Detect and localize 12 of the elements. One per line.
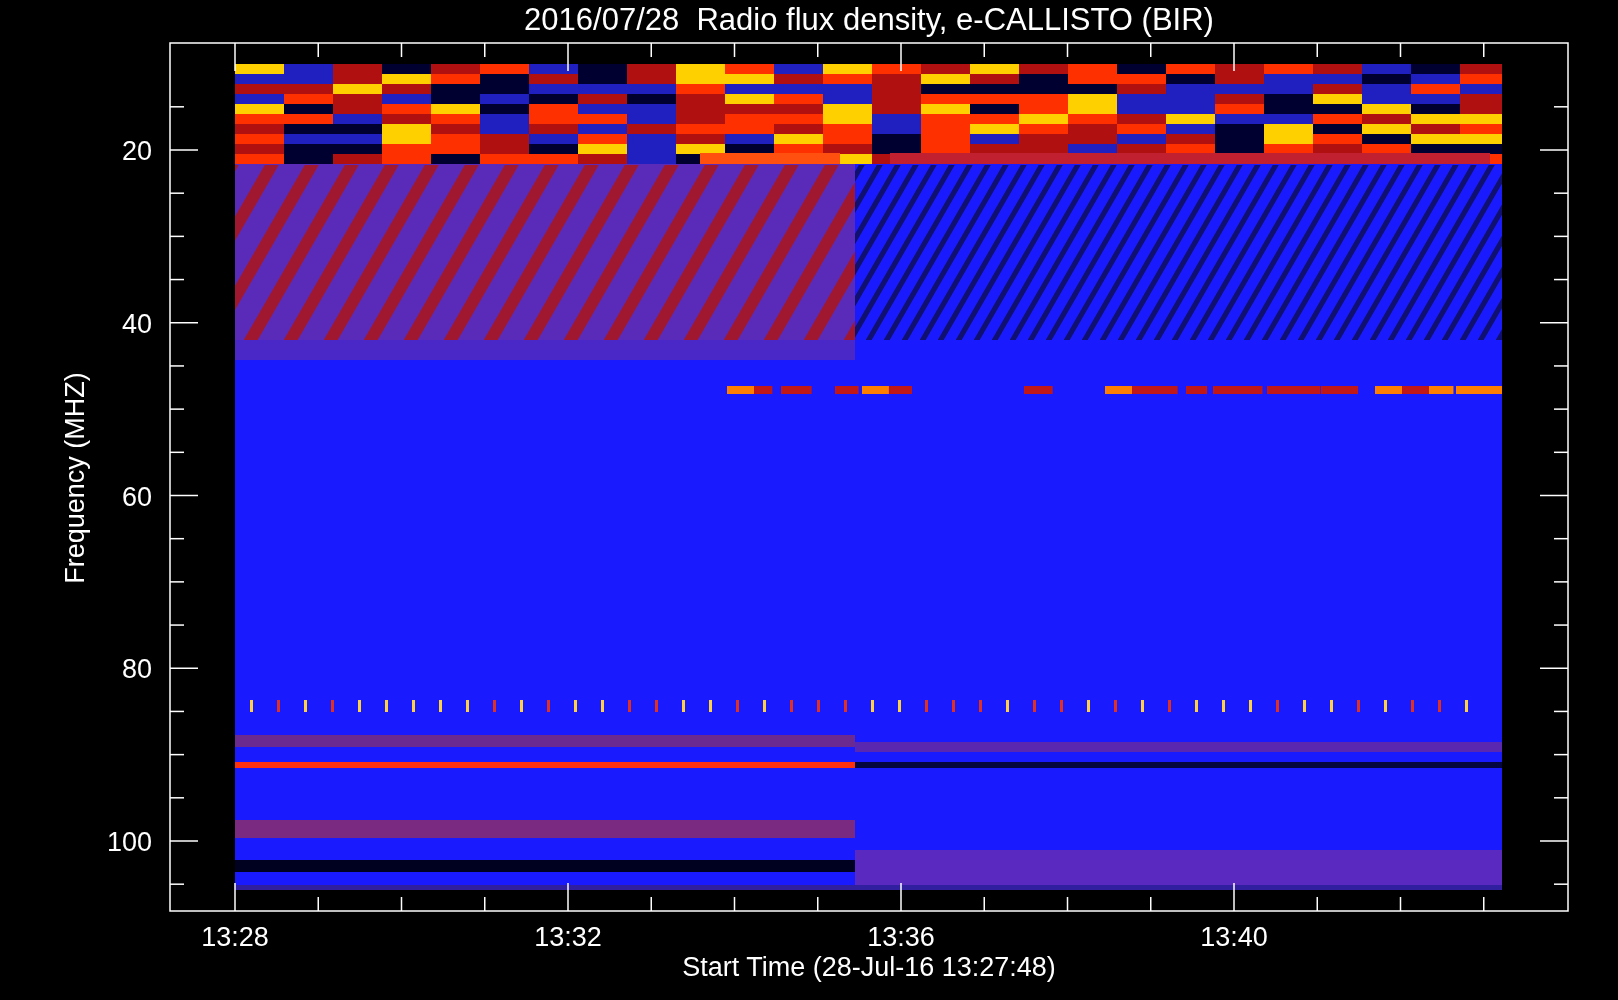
x-tick-label: 13:36 (867, 922, 935, 952)
x-axis-label: Start Time (28-Jul-16 13:27:48) (682, 952, 1056, 982)
y-tick-label: 60 (121, 481, 152, 512)
x-tick-label: 13:28 (201, 922, 269, 952)
x-tick-label: 13:32 (534, 922, 602, 952)
y-tick-label: 20 (121, 136, 152, 166)
y-axis-label: Frequency (MHZ) (60, 372, 90, 584)
chart-title: 2016/07/28 Radio flux density, e-CALLISTO (BIR) (524, 2, 1214, 37)
y-tick-label: 40 (121, 308, 152, 339)
x-tick-label: 13:40 (1200, 922, 1268, 952)
y-tick-label: 80 (121, 654, 152, 685)
y-tick-label: 100 (106, 827, 152, 857)
